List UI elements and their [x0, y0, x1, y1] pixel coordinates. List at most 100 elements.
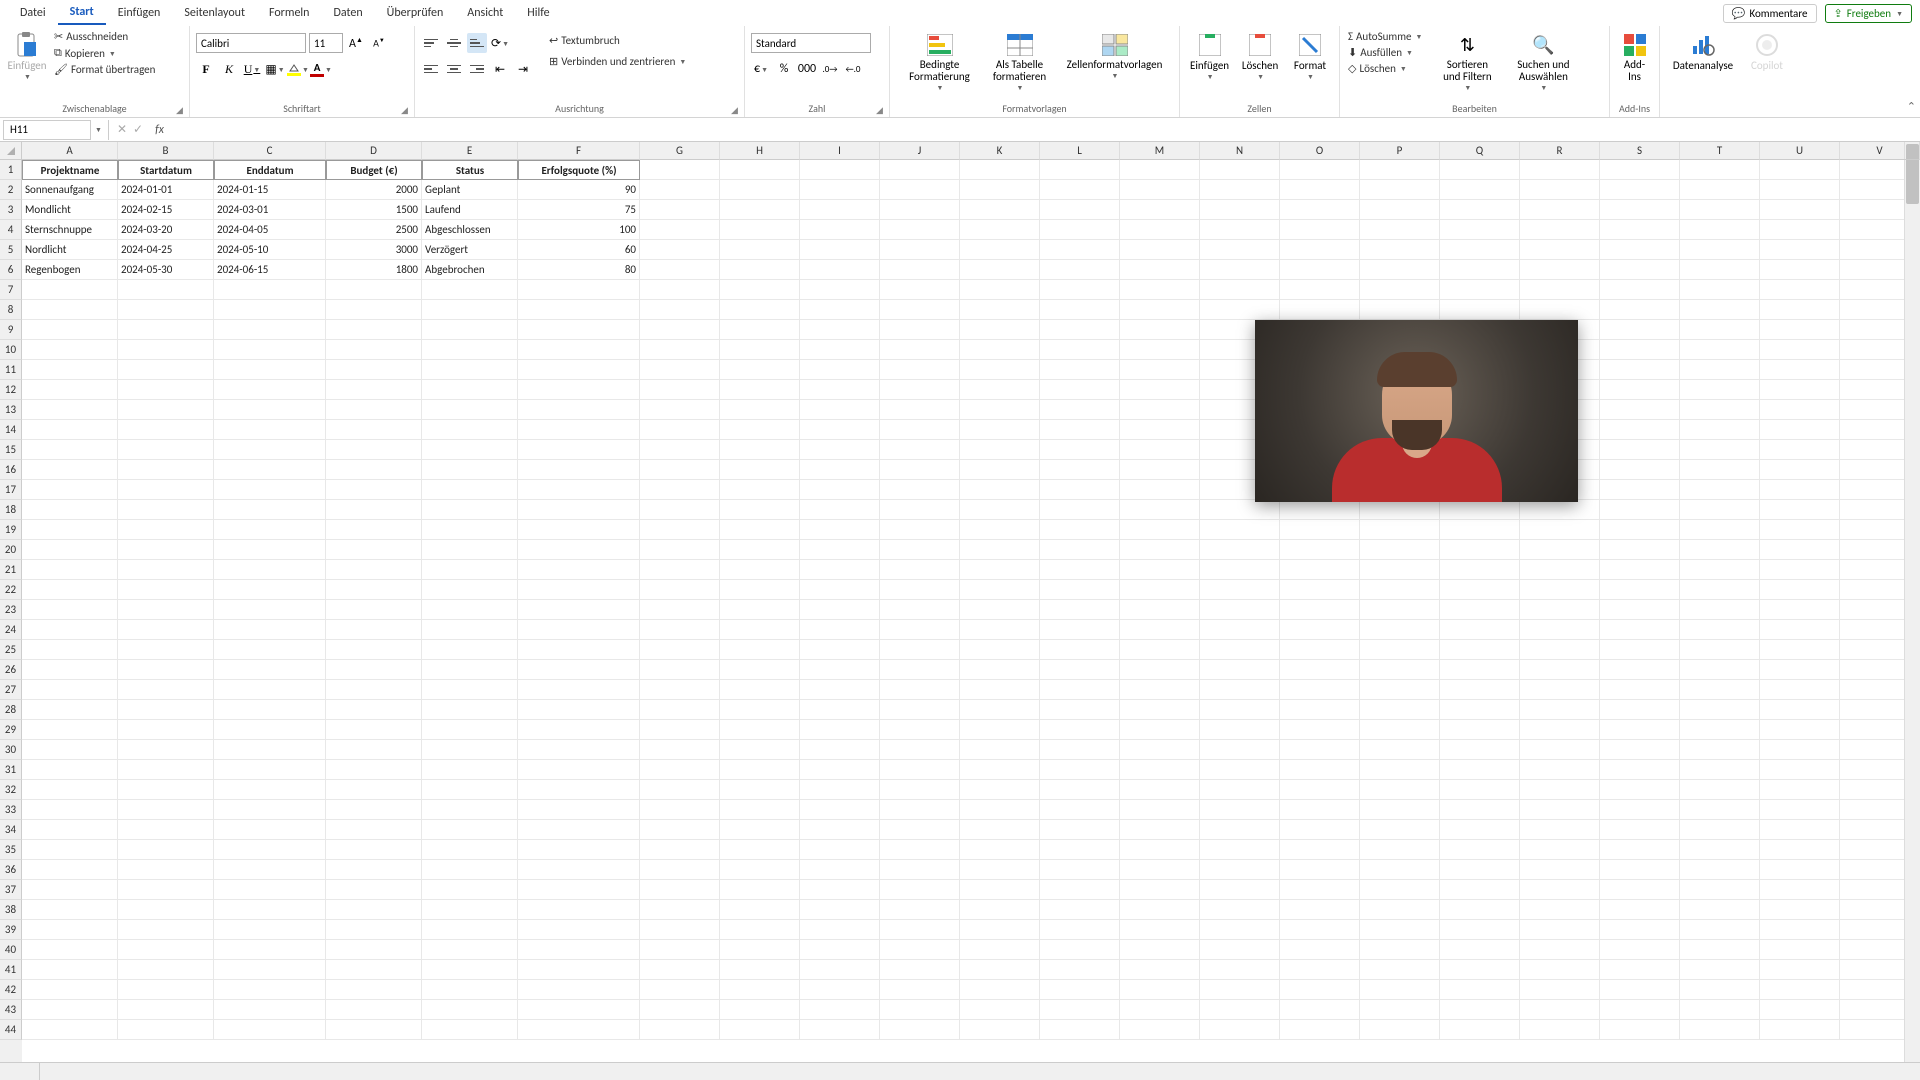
cell[interactable]: [1600, 180, 1680, 200]
cell[interactable]: [1520, 820, 1600, 840]
cell[interactable]: [880, 540, 960, 560]
cell[interactable]: [1680, 900, 1760, 920]
cell[interactable]: [1360, 600, 1440, 620]
cell[interactable]: [1040, 760, 1120, 780]
cell[interactable]: [1440, 940, 1520, 960]
cell[interactable]: [1040, 220, 1120, 240]
cell[interactable]: [720, 940, 800, 960]
cell[interactable]: [1760, 860, 1840, 880]
cell[interactable]: [960, 720, 1040, 740]
cell[interactable]: [1520, 640, 1600, 660]
cell[interactable]: [1600, 400, 1680, 420]
cell[interactable]: [1520, 800, 1600, 820]
cell[interactable]: [1760, 200, 1840, 220]
cell[interactable]: [518, 640, 640, 660]
cell[interactable]: [326, 660, 422, 680]
column-header[interactable]: Q: [1440, 142, 1520, 160]
cell[interactable]: [1360, 920, 1440, 940]
column-header[interactable]: K: [960, 142, 1040, 160]
cell[interactable]: [800, 520, 880, 540]
cell[interactable]: [22, 940, 118, 960]
cell[interactable]: [720, 880, 800, 900]
cell[interactable]: 2024-05-30: [118, 260, 214, 280]
cell[interactable]: [1360, 880, 1440, 900]
cell[interactable]: [1680, 500, 1760, 520]
cell[interactable]: [1280, 960, 1360, 980]
cell[interactable]: [800, 880, 880, 900]
cell[interactable]: [1440, 740, 1520, 760]
cell[interactable]: [1120, 360, 1200, 380]
cell[interactable]: [1280, 680, 1360, 700]
cell[interactable]: [800, 280, 880, 300]
cell[interactable]: [214, 800, 326, 820]
cell[interactable]: [800, 760, 880, 780]
cell[interactable]: [214, 960, 326, 980]
cell[interactable]: [800, 260, 880, 280]
formula-input[interactable]: [170, 123, 1920, 137]
cell[interactable]: [1280, 180, 1360, 200]
cell[interactable]: 2024-01-01: [118, 180, 214, 200]
row-header[interactable]: 13: [0, 400, 22, 420]
cell[interactable]: [800, 420, 880, 440]
tab-datei[interactable]: Datei: [8, 2, 58, 24]
cell[interactable]: [1200, 660, 1280, 680]
row-header[interactable]: 1: [0, 160, 22, 180]
cell[interactable]: [22, 560, 118, 580]
cell[interactable]: [1680, 360, 1760, 380]
cell[interactable]: [422, 380, 518, 400]
cell[interactable]: [1040, 500, 1120, 520]
cell[interactable]: [720, 600, 800, 620]
cell[interactable]: [1280, 900, 1360, 920]
cell[interactable]: [640, 200, 720, 220]
cell[interactable]: [1680, 640, 1760, 660]
cell[interactable]: [22, 880, 118, 900]
cell[interactable]: [518, 600, 640, 620]
cell[interactable]: [1520, 260, 1600, 280]
cell[interactable]: [326, 520, 422, 540]
cell[interactable]: [720, 840, 800, 860]
font-color-button[interactable]: A ▼: [311, 59, 331, 79]
cell[interactable]: [720, 480, 800, 500]
cell[interactable]: [1200, 640, 1280, 660]
cell[interactable]: [1680, 960, 1760, 980]
cell[interactable]: [1760, 460, 1840, 480]
cell[interactable]: [960, 700, 1040, 720]
cell[interactable]: [1760, 560, 1840, 580]
cell[interactable]: [22, 660, 118, 680]
cell[interactable]: [800, 540, 880, 560]
cell[interactable]: [1360, 660, 1440, 680]
cell[interactable]: [640, 480, 720, 500]
cell[interactable]: [1440, 180, 1520, 200]
conditional-formatting-button[interactable]: Bedingte Formatierung▼: [900, 29, 980, 94]
tab-seitenlayout[interactable]: Seitenlayout: [172, 2, 257, 24]
cell[interactable]: [326, 740, 422, 760]
cell[interactable]: [214, 580, 326, 600]
cell[interactable]: [422, 360, 518, 380]
cell[interactable]: [1200, 240, 1280, 260]
cell[interactable]: [1280, 940, 1360, 960]
cell[interactable]: [214, 600, 326, 620]
cell[interactable]: [720, 720, 800, 740]
cell[interactable]: [1520, 220, 1600, 240]
column-header[interactable]: J: [880, 142, 960, 160]
cell[interactable]: 100: [518, 220, 640, 240]
cell[interactable]: [1760, 780, 1840, 800]
delete-cells-button[interactable]: Löschen▼: [1237, 29, 1283, 83]
format-painter-button[interactable]: 🖌 Format übertragen: [52, 62, 157, 77]
cell[interactable]: [326, 840, 422, 860]
cell[interactable]: [1520, 520, 1600, 540]
cell[interactable]: [422, 320, 518, 340]
cell[interactable]: [720, 420, 800, 440]
currency-button[interactable]: €▼: [751, 59, 771, 79]
cell[interactable]: [1520, 580, 1600, 600]
cell[interactable]: [1360, 780, 1440, 800]
cell[interactable]: [1360, 740, 1440, 760]
cell[interactable]: [518, 980, 640, 1000]
cell[interactable]: [1440, 220, 1520, 240]
cell[interactable]: [1760, 340, 1840, 360]
cell[interactable]: [214, 680, 326, 700]
cell[interactable]: [422, 860, 518, 880]
cell[interactable]: [518, 360, 640, 380]
cell[interactable]: [880, 520, 960, 540]
cell[interactable]: [1120, 580, 1200, 600]
